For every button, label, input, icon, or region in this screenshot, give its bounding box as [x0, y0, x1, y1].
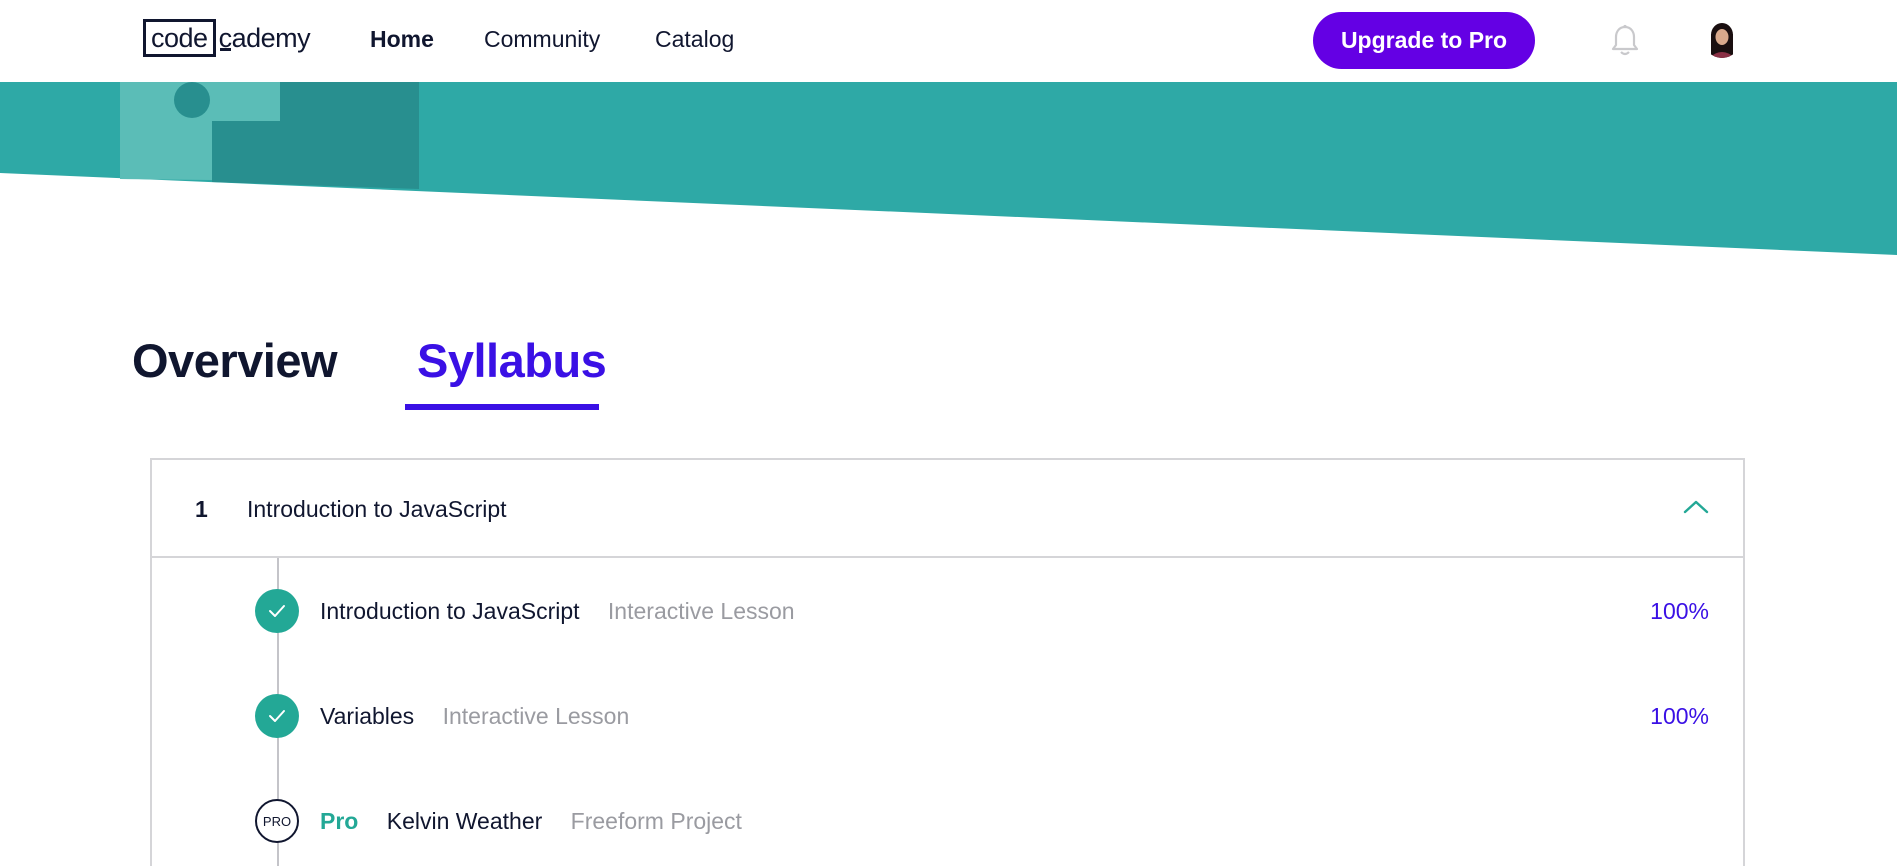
nav-home-link[interactable]: Home [370, 26, 434, 53]
syllabus-module: 1 Introduction to JavaScript Introductio… [150, 458, 1745, 866]
item-type: Interactive Lesson [607, 598, 795, 624]
completed-check-icon [255, 589, 299, 633]
item-progress: 100% [1650, 703, 1709, 729]
module-header[interactable]: 1 Introduction to JavaScript [152, 460, 1743, 558]
item-progress: 100% [1650, 598, 1709, 624]
logo-text: cademy [216, 23, 311, 54]
syllabus-item[interactable]: Introduction to JavaScript Interactive L… [152, 589, 1743, 633]
pro-label: Pro [320, 808, 359, 834]
tab-syllabus[interactable]: Syllabus [417, 333, 607, 388]
completed-check-icon [255, 694, 299, 738]
user-avatar[interactable] [1703, 20, 1741, 58]
item-title: Variables [320, 703, 415, 729]
item-type: Freeform Project [570, 808, 742, 834]
notification-bell-icon[interactable] [1610, 24, 1640, 58]
codecademy-logo[interactable]: code cademy [143, 19, 311, 57]
item-title: Introduction to JavaScript [320, 598, 580, 624]
syllabus-item[interactable]: Variables Interactive Lesson 100% [152, 694, 1743, 738]
course-hero-banner [0, 82, 1897, 262]
tab-overview[interactable]: Overview [132, 333, 338, 388]
module-title: Introduction to JavaScript [247, 496, 507, 522]
module-number: 1 [195, 496, 208, 522]
top-navbar: code cademy Home Community Catalog Upgra… [0, 0, 1897, 82]
pro-badge-icon: PRO [255, 799, 299, 843]
nav-community-link[interactable]: Community [484, 26, 600, 53]
item-title: Kelvin Weather [386, 808, 543, 834]
active-tab-indicator [405, 404, 599, 410]
chevron-up-icon[interactable] [1682, 498, 1710, 516]
upgrade-to-pro-button[interactable]: Upgrade to Pro [1313, 12, 1535, 69]
item-type: Interactive Lesson [442, 703, 630, 729]
logo-code-box: code [143, 19, 216, 57]
syllabus-item[interactable]: PRO Pro Kelvin Weather Freeform Project [152, 799, 1743, 843]
nav-catalog-link[interactable]: Catalog [655, 26, 734, 53]
